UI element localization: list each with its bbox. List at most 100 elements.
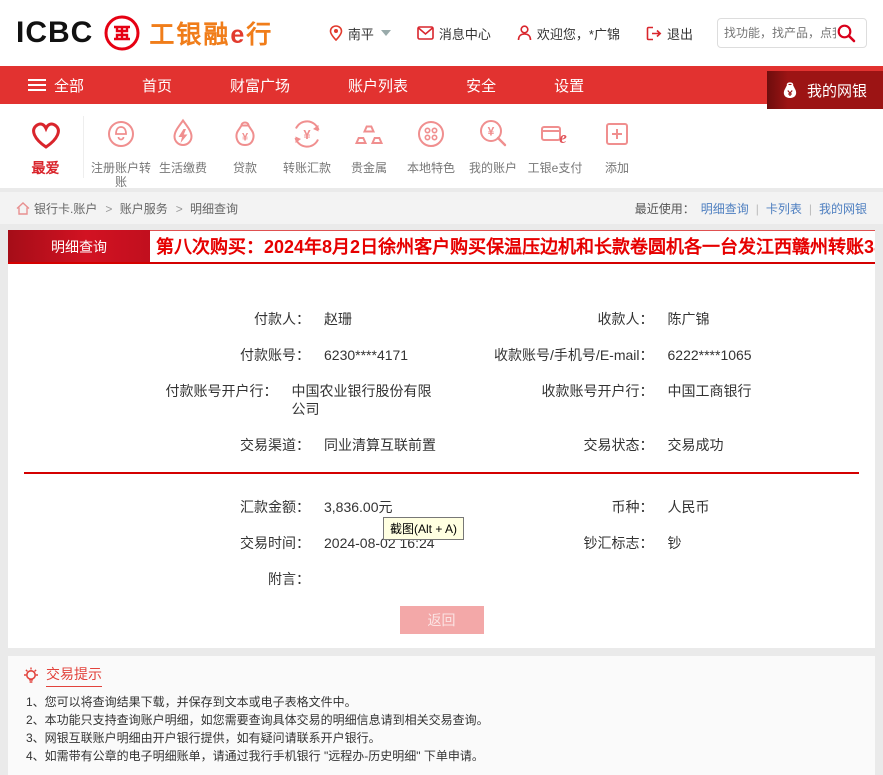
nav-label: 安全 — [466, 77, 497, 95]
nav-item-all[interactable]: 全部 — [28, 75, 84, 96]
detail-row: 附言： — [8, 570, 875, 588]
tips-title: 交易提示 — [46, 664, 102, 687]
location-selector[interactable]: 南平 — [329, 24, 391, 43]
money-bag-icon — [783, 82, 797, 98]
top-header: ICBC 工银融e行 南平 消息中心 欢迎您，*广锦 退出 — [0, 0, 883, 66]
logout-button[interactable]: 退出 — [646, 24, 693, 43]
message-center-link[interactable]: 消息中心 — [417, 24, 491, 43]
breadcrumb: 银行卡.账户账户服务明细查询 — [16, 200, 238, 217]
quick-item-label: 添加 — [604, 161, 629, 175]
message-center-label: 消息中心 — [438, 26, 491, 42]
back-button[interactable]: 返回 — [399, 606, 484, 634]
quick-item-precious-metals[interactable]: 贵金属 — [338, 116, 400, 178]
quick-item-transfer-remit[interactable]: ¥ 转账汇款 — [276, 116, 338, 178]
user-icon — [517, 25, 532, 41]
payer-label: 付款人： — [254, 311, 310, 327]
recent-link-my-ebank[interactable]: 我的网银 — [802, 200, 867, 217]
lightbulb-icon — [24, 667, 38, 683]
magnifier-yuan-icon: ¥ — [475, 116, 511, 154]
channel-label: 交易渠道： — [240, 437, 310, 453]
water-drop-lightning-icon — [165, 116, 201, 154]
breadcrumb-part[interactable]: 账户服务 — [101, 200, 168, 217]
tip-item: 2、本功能只支持查询账户明细，如您需要查询具体交易的明细信息请到相关交易查询。 — [26, 713, 489, 727]
quick-item-label: 工银e支付 — [527, 161, 583, 175]
quick-item-register-transfer[interactable]: 注册账户转账 — [90, 116, 152, 189]
circle-dots-icon — [413, 116, 449, 154]
payer-bank-value: 中国农业银行股份有限公司 — [291, 383, 432, 417]
nav-item-home[interactable]: 首页 — [142, 75, 172, 96]
location-pin-icon — [329, 25, 343, 41]
quick-item-label: 贵金属 — [350, 161, 387, 175]
quick-item-label: 生活缴费 — [158, 161, 207, 175]
transfer-arrows-yuan-icon: ¥ — [289, 116, 325, 154]
search-input[interactable] — [724, 26, 836, 40]
quick-item-favorites[interactable]: 最爱 — [14, 116, 84, 178]
menu-icon — [28, 76, 46, 94]
quick-item-label: 最爱 — [31, 160, 60, 176]
tip-item: 1、您可以将查询结果下载，并保存到文本或电子表格文件中。 — [26, 695, 357, 709]
search-box[interactable] — [717, 18, 867, 48]
payee-account-label: 收款账号/手机号/E-mail： — [494, 347, 654, 363]
transaction-tips: 交易提示 1、您可以将查询结果下载，并保存到文本或电子表格文件中。 2、本功能只… — [8, 656, 875, 775]
page-banner: 明细查询 第八次购买：2024年8月2日徐州客户购买保温压边机和长款卷圆机各一台… — [8, 230, 875, 264]
my-ebank-label: 我的网银 — [806, 82, 867, 100]
amount-label: 汇款金额： — [240, 499, 310, 515]
detail-row: 汇款金额： 3,836.00元 币种： 人民币 — [8, 498, 875, 516]
nav-label: 全部 — [54, 77, 85, 95]
quick-item-loans[interactable]: ¥ 贷款 — [214, 116, 276, 178]
time-label: 交易时间： — [240, 535, 310, 551]
logout-label: 退出 — [666, 26, 693, 42]
nav-item-settings[interactable]: 设置 — [554, 75, 584, 96]
nav-item-security[interactable]: 安全 — [466, 75, 496, 96]
payee-label: 收款人： — [597, 311, 654, 327]
quick-item-epay[interactable]: e 工银e支付 — [524, 116, 586, 178]
tip-item: 3、网银互联账户明细由开户银行提供，如有疑问请联系开户银行。 — [26, 731, 381, 745]
payee-bank-value: 中国工商银行 — [667, 383, 752, 399]
nav-label: 设置 — [554, 77, 585, 95]
welcome-user[interactable]: 欢迎您，*广锦 — [517, 24, 620, 43]
currency-value: 人民币 — [667, 499, 710, 515]
red-divider — [24, 472, 859, 474]
cash-flag-label: 钞汇标志： — [583, 535, 654, 551]
quick-item-add[interactable]: 添加 — [586, 116, 648, 178]
payer-account-value: 6230****4171 — [324, 347, 409, 363]
register-transfer-icon — [103, 116, 139, 154]
search-icon[interactable] — [836, 23, 856, 43]
payer-bank-label: 付款账号开户行： — [165, 383, 278, 399]
quick-item-label: 我的账户 — [468, 161, 517, 175]
main-nav: 全部 首页 财富广场 账户列表 安全 设置 我的网银 — [0, 66, 883, 109]
status-label: 交易状态： — [583, 437, 654, 453]
location-label: 南平 — [347, 26, 374, 42]
brand-name: 工银融e行 — [149, 21, 274, 49]
home-icon[interactable] — [16, 201, 30, 215]
recent-used: 最近使用： 明细查询 卡列表 我的网银 — [635, 200, 867, 217]
quick-item-my-account[interactable]: ¥ 我的账户 — [462, 116, 524, 178]
my-ebank-ribbon[interactable]: 我的网银 — [766, 71, 883, 109]
main-content: 明细查询 第八次购买：2024年8月2日徐州客户购买保温压边机和长款卷圆机各一台… — [8, 230, 875, 648]
detail-row: 付款账号： 6230****4171 收款账号/手机号/E-mail： 6222**… — [8, 346, 875, 364]
tip-item: 4、如需带有公章的电子明细账单，请通过我行手机银行 "远程办-历史明细" 下单申… — [26, 749, 484, 763]
quick-item-life-payment[interactable]: 生活缴费 — [152, 116, 214, 178]
transaction-details: 付款人： 赵珊 收款人： 陈广锦 付款账号： 6230****4171 收款账号/手机… — [8, 264, 875, 648]
chevron-down-icon — [380, 30, 391, 36]
detail-row: 付款人： 赵珊 收款人： 陈广锦 — [8, 310, 875, 328]
breadcrumb-part[interactable]: 明细查询 — [172, 200, 238, 217]
nav-item-wealth[interactable]: 财富广场 — [230, 75, 290, 96]
cash-flag-value: 钞 — [667, 535, 682, 551]
quick-item-label: 本地特色 — [406, 161, 455, 175]
recent-used-label: 最近使用： — [634, 201, 695, 216]
breadcrumb-part[interactable]: 银行卡.账户 — [34, 200, 97, 217]
screenshot-tooltip: 截图(Alt + A) — [383, 517, 465, 540]
currency-label: 币种： — [611, 499, 654, 515]
detail-row: 交易渠道： 同业清算互联前置 交易状态： 交易成功 — [8, 436, 875, 454]
payee-bank-label: 收款账号开户行： — [541, 383, 654, 399]
bank-card-e-icon: e — [537, 116, 573, 154]
nav-item-accounts[interactable]: 账户列表 — [348, 75, 408, 96]
recent-link-detail-query[interactable]: 明细查询 — [701, 200, 749, 217]
quick-item-local-features[interactable]: 本地特色 — [400, 116, 462, 178]
payer-account-label: 付款账号： — [240, 347, 310, 363]
quick-item-label: 注册账户转账 — [90, 161, 151, 189]
recent-link-card-list[interactable]: 卡列表 — [749, 200, 802, 217]
detail-query-tab[interactable]: 明细查询 — [8, 230, 150, 262]
svg-text:e: e — [559, 128, 567, 147]
